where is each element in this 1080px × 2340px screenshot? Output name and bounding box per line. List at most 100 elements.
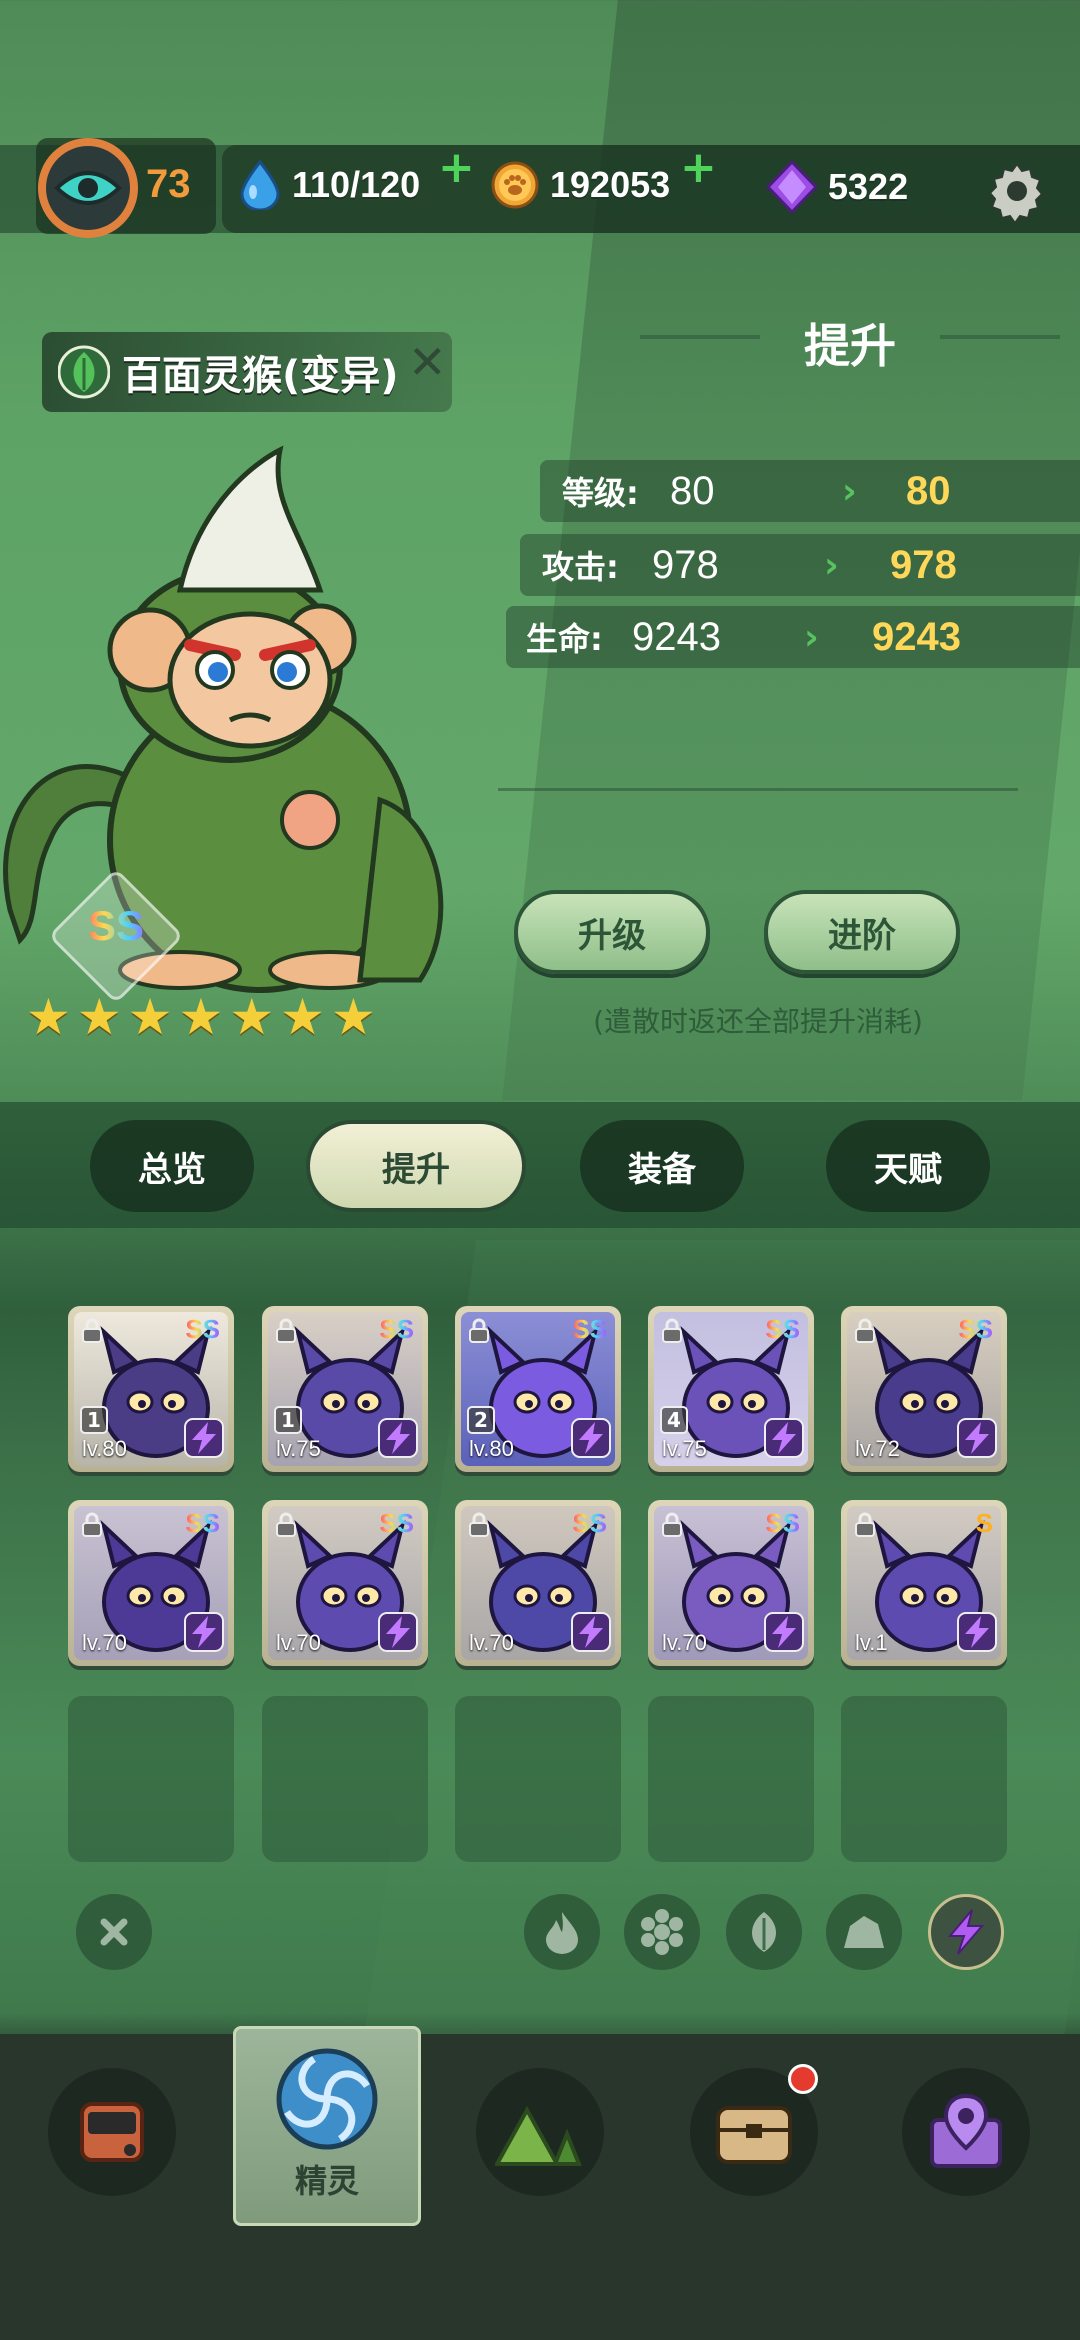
lock-icon (853, 1512, 877, 1542)
gem-resource[interactable]: 5322 (766, 160, 908, 214)
pet-card[interactable]: SS lv.70 (455, 1500, 621, 1666)
star-icon: ★ (229, 988, 275, 1046)
pet-grade: SS (379, 1314, 414, 1344)
filter-electric[interactable] (928, 1894, 1004, 1970)
lightning-icon (571, 1612, 611, 1656)
mountain-icon (495, 2105, 582, 2166)
nav-backpack[interactable] (48, 2068, 176, 2196)
pet-card-portrait: SS lv.70 (461, 1506, 615, 1660)
lightning-icon (378, 1418, 418, 1462)
snowflake-icon (641, 1909, 683, 1955)
tab-equipment[interactable]: 装备 (580, 1120, 744, 1212)
pet-card[interactable]: SS 2 lv.80 (455, 1306, 621, 1472)
lock-icon (467, 1512, 491, 1542)
release-pet-icon[interactable]: ✕ (408, 335, 447, 389)
energy-resource[interactable]: 110/120 (238, 160, 420, 210)
pet-card[interactable]: SS 1 lv.80 (68, 1306, 234, 1472)
tab-upgrade[interactable]: 提升 (306, 1120, 526, 1212)
stat-current: 978 (652, 542, 719, 587)
stat-current: 9243 (632, 614, 721, 659)
star-icon: ★ (76, 988, 122, 1046)
swirl-orb-icon (276, 2048, 378, 2150)
backpack-icon (80, 2102, 144, 2162)
add-gold-button[interactable]: + (680, 142, 717, 193)
tab-overview[interactable]: 总览 (90, 1120, 254, 1212)
pet-card-portrait: Slv.1 (847, 1506, 1001, 1660)
nav-map[interactable] (902, 2068, 1030, 2196)
lock-icon (660, 1318, 684, 1348)
stat-label: 攻击: (542, 548, 619, 586)
player-avatar[interactable] (38, 138, 138, 238)
pet-grade: SS (958, 1314, 993, 1344)
filter-ice[interactable] (624, 1894, 700, 1970)
pet-card[interactable]: SS lv.70 (648, 1500, 814, 1666)
grade-text: SS (80, 902, 152, 950)
lock-icon (853, 1318, 877, 1348)
rock-icon (844, 1916, 884, 1948)
water-drop-icon (240, 160, 280, 210)
lightning-icon (947, 1909, 985, 1955)
pet-card-portrait: SS lv.70 (268, 1506, 422, 1660)
pet-level: lv.80 (82, 1436, 127, 1461)
filter-rock[interactable] (826, 1894, 902, 1970)
filter-fire[interactable] (524, 1894, 600, 1970)
pet-grade: SS (572, 1508, 607, 1538)
gold-value: 192053 (550, 164, 671, 205)
pet-card[interactable]: SS lv.70 (262, 1500, 428, 1666)
gear-icon (988, 162, 1044, 225)
pet-grade: SS (572, 1314, 607, 1344)
pet-card-portrait: SS 4 lv.75 (654, 1312, 808, 1466)
star-icon: ★ (127, 988, 173, 1046)
pet-card-portrait: SS 1 lv.75 (268, 1312, 422, 1466)
stat-label: 生命: (526, 620, 603, 658)
gem-value: 5322 (828, 166, 909, 207)
advance-button[interactable]: 进阶 (764, 890, 960, 974)
empty-pet-slot (455, 1696, 621, 1862)
pet-card[interactable]: SS lv.70 (68, 1500, 234, 1666)
pets-nav-icon-wrap[interactable] (274, 2046, 380, 2156)
stat-label: 等级: (562, 474, 639, 512)
pet-card[interactable]: SS 1 lv.75 (262, 1306, 428, 1472)
pet-copies-count: 1 (274, 1406, 302, 1434)
stat-row-hp: 生命: 9243 › 9243 (506, 606, 1080, 668)
lightning-icon (764, 1612, 804, 1656)
upgrade-section-title: 提升 (804, 319, 896, 373)
pet-level: lv.70 (662, 1630, 707, 1655)
empty-pet-slot (68, 1696, 234, 1862)
stat-next: 80 (906, 468, 951, 513)
pet-level: lv.70 (276, 1630, 321, 1655)
lock-icon (274, 1512, 298, 1542)
pet-card[interactable]: SS 4 lv.75 (648, 1306, 814, 1472)
leaf-icon (752, 1912, 776, 1952)
arrow-right-icon: › (804, 616, 819, 658)
filter-leaf[interactable] (726, 1894, 802, 1970)
lightning-icon (764, 1418, 804, 1462)
pet-grade: SS (765, 1314, 800, 1344)
notification-dot (788, 2064, 818, 2094)
star-icon: ★ (26, 988, 71, 1046)
fire-icon (546, 1912, 578, 1954)
tab-talent[interactable]: 天赋 (826, 1120, 990, 1212)
map-pin-icon (930, 2093, 1002, 2168)
pet-card-portrait: SS 2 lv.80 (461, 1312, 615, 1466)
lightning-icon (957, 1418, 997, 1462)
panel-divider (498, 788, 1018, 791)
pet-card-portrait: SS lv.70 (654, 1506, 808, 1660)
eye-icon (54, 171, 122, 205)
nav-pets-label: 精灵 (294, 2162, 359, 2200)
lock-icon (660, 1512, 684, 1542)
pet-card[interactable]: Slv.1 (841, 1500, 1007, 1666)
pet-copies-count: 1 (80, 1406, 108, 1434)
level-up-button[interactable]: 升级 (514, 890, 710, 974)
lock-icon (80, 1318, 104, 1348)
star-icon: ★ (330, 988, 376, 1046)
settings-button[interactable] (986, 160, 1048, 226)
nav-adventure[interactable] (476, 2068, 604, 2196)
add-energy-button[interactable]: + (438, 142, 475, 193)
lightning-icon (184, 1418, 224, 1462)
pet-grade: SS (185, 1508, 220, 1538)
gold-resource[interactable]: 192053 (490, 160, 670, 210)
pet-card[interactable]: SS lv.72 (841, 1306, 1007, 1472)
clear-filter-button[interactable] (76, 1894, 152, 1970)
lock-icon (467, 1318, 491, 1348)
